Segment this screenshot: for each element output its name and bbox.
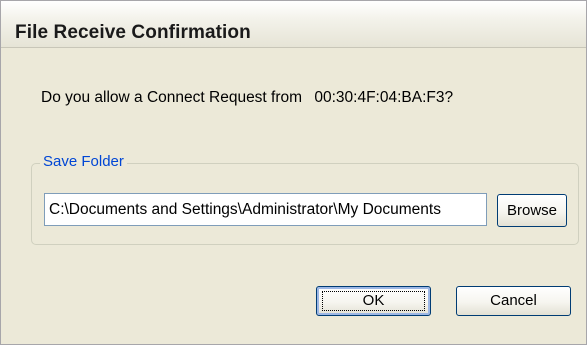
ok-button[interactable]: OK [316, 286, 431, 316]
dialog-title: File Receive Confirmation [15, 22, 251, 43]
question-text: Do you allow a Connect Request from [41, 89, 303, 106]
cancel-button[interactable]: Cancel [456, 286, 571, 316]
device-address: 00:30:4F:04:BA:F3? [314, 89, 454, 106]
browse-button[interactable]: Browse [497, 194, 567, 227]
title-bar: File Receive Confirmation [1, 1, 586, 48]
save-folder-path-input[interactable] [44, 193, 487, 226]
ok-button-label: OK [362, 292, 385, 309]
save-folder-label: Save Folder [40, 153, 127, 170]
file-receive-confirmation-dialog: File Receive Confirmation Do you allow a… [0, 0, 587, 345]
save-folder-group: Save Folder Browse [31, 153, 579, 245]
connect-request-question: Do you allow a Connect Request from 00:3… [41, 89, 453, 107]
